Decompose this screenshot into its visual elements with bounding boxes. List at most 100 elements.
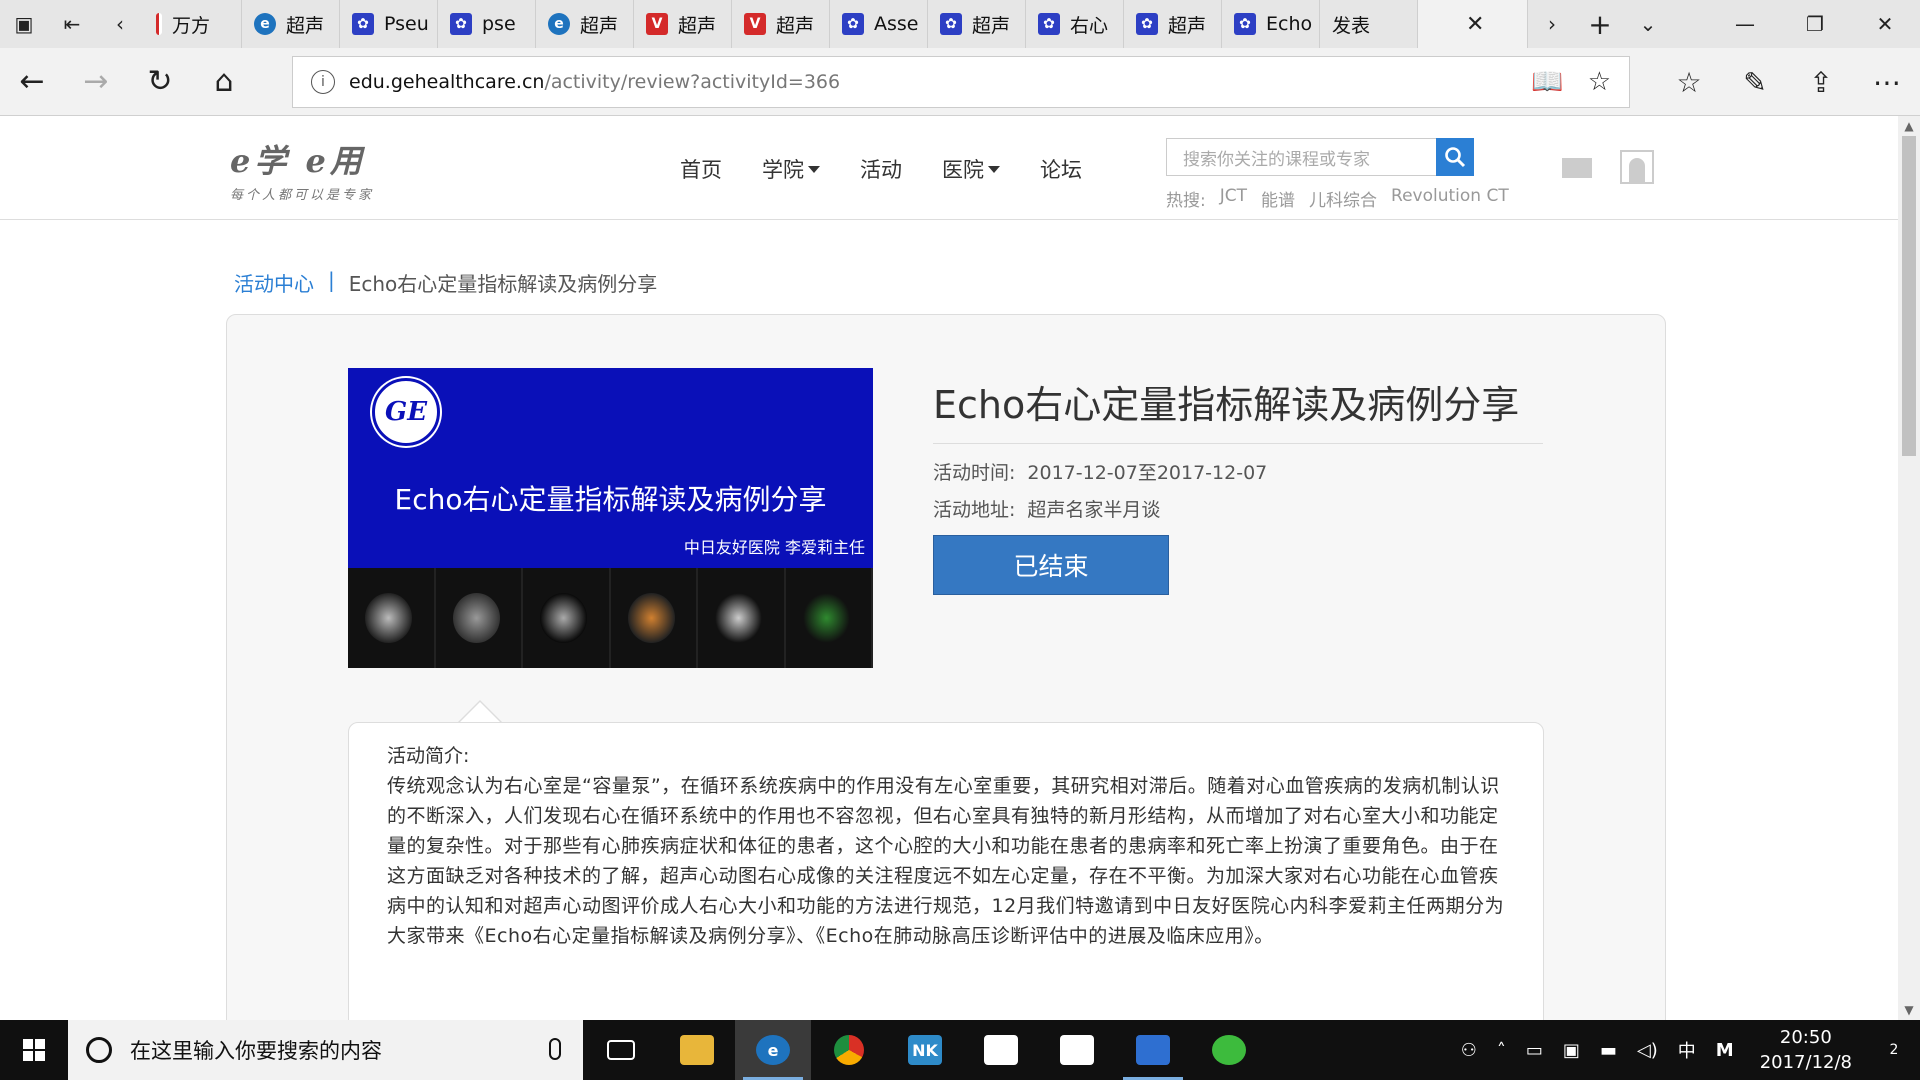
browser-tab[interactable]: e 超声 (536, 0, 634, 48)
wechat-icon[interactable] (1191, 1020, 1267, 1080)
forward-icon[interactable]: → (64, 48, 128, 116)
page-scrollbar[interactable]: ▲ ▼ (1898, 116, 1920, 1020)
taskbar-search-box[interactable]: 在这里输入你要搜索的内容 (68, 1020, 583, 1080)
nav-item[interactable]: 学院 (762, 154, 820, 184)
new-tab-icon[interactable]: + (1576, 0, 1624, 48)
nav-item[interactable]: 论坛 (1040, 154, 1082, 184)
hot-search-term[interactable]: 能谱 (1261, 186, 1295, 211)
hot-search-term[interactable]: 儿科综合 (1309, 186, 1377, 211)
nav-item[interactable]: 活动 (860, 154, 902, 184)
scrollbar-thumb[interactable] (1902, 136, 1916, 456)
action-center-icon[interactable]: 2 (1868, 1020, 1920, 1080)
network-icon[interactable]: ▭ (1516, 1040, 1553, 1061)
microphone-icon[interactable] (549, 1038, 561, 1060)
mail-icon[interactable] (1562, 158, 1592, 178)
browser-tab-label: 超声 (776, 14, 815, 37)
office-app-icon[interactable] (1115, 1020, 1191, 1080)
web-note-icon[interactable]: ✎ (1722, 48, 1788, 116)
notification-count: 2 (1889, 1042, 1899, 1058)
people-icon[interactable]: ⚇ (1451, 1040, 1487, 1061)
scroll-tabs-right-icon[interactable]: › (1528, 0, 1576, 48)
scroll-tabs-left-icon[interactable]: ‹ (96, 0, 144, 48)
defender-icon[interactable]: ▣ (1553, 1040, 1590, 1061)
baidu-paw-icon: ✿ (450, 13, 472, 35)
activity-place-value: 超声名家半月谈 (1027, 499, 1161, 521)
hot-search-term[interactable]: JCT (1220, 186, 1247, 211)
browser-tab[interactable]: ✿ Pseu (340, 0, 438, 48)
edge-icon[interactable]: e (735, 1020, 811, 1080)
tab-preview-chevron-icon[interactable]: ⌄ (1624, 0, 1672, 48)
ie-icon: e (254, 13, 276, 35)
site-logo[interactable]: e学 e用 每个人都可以是专家 (230, 136, 374, 203)
url-host: edu.gehealthcare.cn (349, 71, 545, 93)
browser-tab[interactable]: V 超声 (732, 0, 830, 48)
share-icon[interactable]: ⇪ (1788, 48, 1854, 116)
echo-thumbnail (523, 568, 611, 668)
ie-icon: e (548, 13, 570, 35)
browser-tab[interactable]: ✿ Echo (1222, 0, 1320, 48)
echo-thumbnail (785, 568, 873, 668)
nav-item-label: 论坛 (1040, 158, 1082, 182)
activity-title: Echo右心定量指标解读及病例分享 (933, 374, 1543, 444)
nav-item[interactable]: 医院 (942, 154, 1000, 184)
main-nav: 首页 学院 活动 医院 论坛 (680, 154, 1122, 184)
refresh-icon[interactable]: ↻ (128, 48, 192, 116)
browser-tab-label: 右心 (1070, 14, 1109, 37)
file-explorer-icon[interactable] (659, 1020, 735, 1080)
browser-tab-active[interactable]: ✕ (0, 0, 1528, 138)
user-avatar-icon[interactable] (1620, 150, 1654, 184)
ime-indicator[interactable]: 中 (1668, 1037, 1706, 1063)
set-tabs-aside-icon[interactable]: ⇤ (48, 0, 96, 48)
tray-overflow-chevron-icon[interactable]: ˄ (1487, 1040, 1516, 1061)
tab-manager-icon[interactable]: ▣ (0, 0, 48, 48)
site-search-input[interactable]: 搜索你关注的课程或专家 (1166, 138, 1474, 176)
reading-view-icon[interactable]: 📖 (1531, 67, 1563, 97)
address-field[interactable]: i edu.gehealthcare.cn/activity/review?ac… (292, 56, 1630, 108)
clock-time: 20:50 (1779, 1027, 1832, 1048)
browser-tab[interactable]: ✿ 超声 (1124, 0, 1222, 48)
browser-tab[interactable]: V 超声 (634, 0, 732, 48)
nav-item[interactable]: 首页 (680, 154, 722, 184)
scroll-up-icon[interactable]: ▲ (1898, 116, 1920, 136)
hot-search-term[interactable]: Revolution CT (1391, 186, 1509, 211)
activity-place-label: 活动地址: (933, 499, 1016, 521)
browser-tab[interactable]: ✿ pse (438, 0, 536, 48)
site-info-icon[interactable]: i (311, 70, 335, 94)
gmail-icon[interactable]: M (1706, 1040, 1744, 1061)
browser-tab[interactable]: 发表 (0, 0, 1418, 138)
home-icon[interactable]: ⌂ (192, 48, 256, 116)
minimize-icon[interactable]: — (1710, 0, 1780, 48)
volume-icon[interactable]: ◁) (1627, 1040, 1668, 1061)
restore-icon[interactable]: ❐ (1780, 0, 1850, 48)
start-button[interactable] (0, 1020, 68, 1080)
taskbar-clock[interactable]: 20:50 2017/12/8 (1744, 1025, 1868, 1075)
browser-tab[interactable]: 万方 (144, 0, 242, 48)
search-button[interactable] (1436, 138, 1474, 176)
window-close-icon[interactable]: ✕ (1850, 0, 1920, 48)
browser-tab-label: 超声 (678, 14, 717, 37)
movies-app-icon[interactable] (1039, 1020, 1115, 1080)
breadcrumb-activity-center[interactable]: 活动中心 (234, 268, 314, 297)
activity-ended-button[interactable]: 已结束 (933, 535, 1169, 595)
chrome-icon[interactable] (811, 1020, 887, 1080)
v-icon: V (646, 13, 668, 35)
browser-tab[interactable]: ✿ 右心 (1026, 0, 1124, 48)
mail-app-icon[interactable] (963, 1020, 1039, 1080)
site-header: e学 e用 每个人都可以是专家 首页 学院 活动 医院 论坛 搜索你关注的课程或专家 热… (0, 116, 1898, 220)
close-tab-icon[interactable]: ✕ (1466, 12, 1484, 37)
activity-banner-image: GE Echo右心定量指标解读及病例分享 中日友好医院 李爱莉主任 (348, 368, 873, 668)
back-icon[interactable]: ← (0, 48, 64, 116)
scroll-down-icon[interactable]: ▼ (1898, 1000, 1920, 1020)
address-toolbar: ← → ↻ ⌂ i edu.gehealthcare.cn/activity/r… (0, 48, 1920, 116)
nav-item-label: 学院 (762, 158, 804, 182)
echo-thumbnail (435, 568, 523, 668)
task-view-icon[interactable] (583, 1020, 659, 1080)
nk-app-icon[interactable]: NK (887, 1020, 963, 1080)
favorites-hub-icon[interactable]: ☆ (1656, 48, 1722, 116)
more-menu-icon[interactable]: ⋯ (1854, 48, 1920, 116)
battery-icon[interactable]: ▬ (1590, 1040, 1627, 1061)
favorite-star-icon[interactable]: ☆ (1588, 67, 1611, 97)
browser-tab[interactable]: ✿ 超声 (928, 0, 1026, 48)
browser-tab[interactable]: e 超声 (242, 0, 340, 48)
browser-tab[interactable]: ✿ Asse (830, 0, 928, 48)
